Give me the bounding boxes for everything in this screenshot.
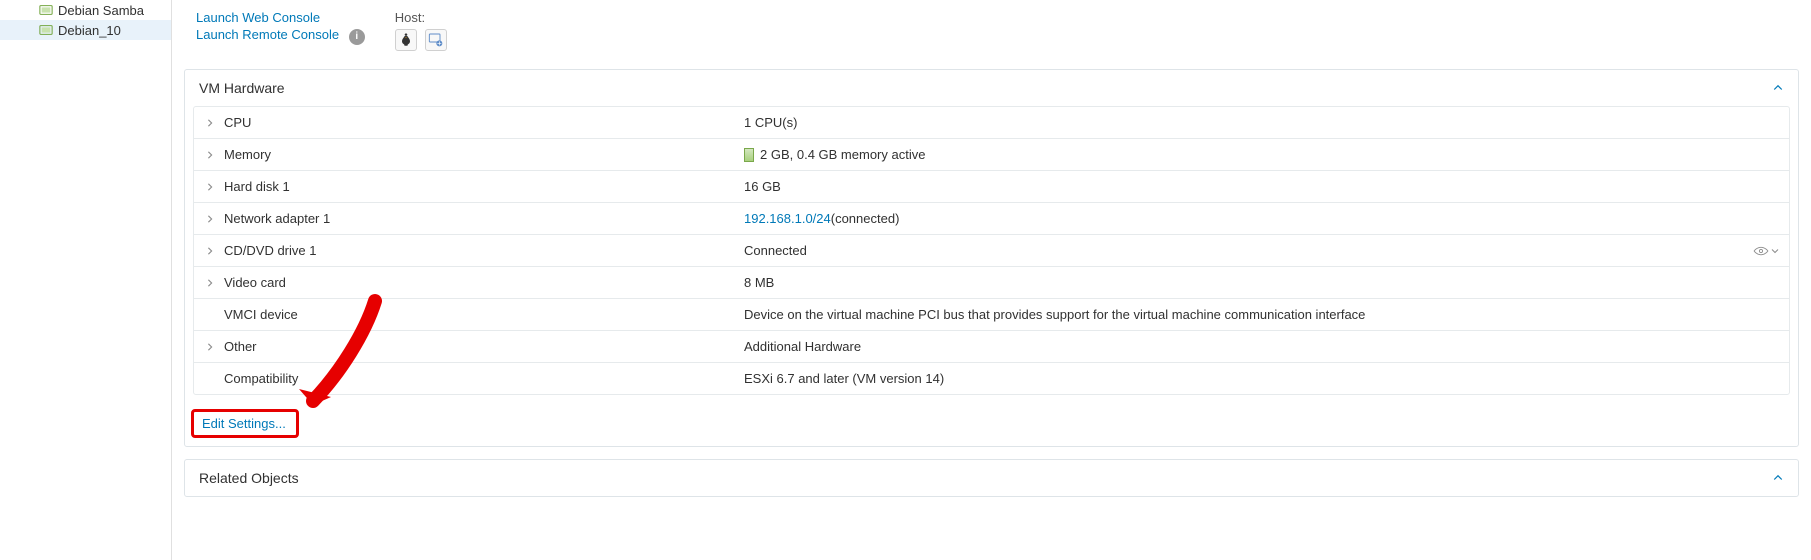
tree-item-debian-samba[interactable]: Debian Samba [0, 0, 171, 20]
hw-row-disk1: Hard disk 1 16 GB [194, 171, 1789, 203]
hw-value: 2 GB, 0.4 GB memory active [760, 147, 925, 162]
host-label: Host: [395, 10, 447, 25]
hw-label: CPU [224, 115, 251, 130]
chevron-down-icon [1771, 248, 1779, 254]
hw-label: Hard disk 1 [224, 179, 290, 194]
chevron-right-icon[interactable] [204, 247, 216, 255]
network-link[interactable]: 192.168.1.0/24 [744, 211, 831, 226]
hw-row-compat: Compatibility ESXi 6.7 and later (VM ver… [194, 363, 1789, 394]
hw-label: Network adapter 1 [224, 211, 330, 226]
hw-label: Video card [224, 275, 286, 290]
hw-value: Additional Hardware [744, 339, 861, 354]
chevron-right-icon[interactable] [204, 343, 216, 351]
visibility-toggle[interactable] [1753, 246, 1779, 256]
hw-row-cpu: CPU 1 CPU(s) [194, 107, 1789, 139]
linux-icon [395, 29, 417, 51]
host-block: Host: [395, 10, 447, 51]
launch-remote-console-link[interactable]: Launch Remote Console [196, 27, 339, 42]
hw-row-vmci: VMCI device Device on the virtual machin… [194, 299, 1789, 331]
vm-icon [38, 22, 54, 38]
memory-icon [744, 148, 754, 162]
chevron-right-icon[interactable] [204, 183, 216, 191]
collapse-icon[interactable] [1772, 472, 1784, 484]
hw-row-other: Other Additional Hardware [194, 331, 1789, 363]
hw-label: VMCI device [224, 307, 298, 322]
hw-row-video: Video card 8 MB [194, 267, 1789, 299]
edit-settings-link[interactable]: Edit Settings... [202, 416, 286, 431]
vm-icon [38, 2, 54, 18]
chevron-right-icon[interactable] [204, 215, 216, 223]
hw-row-net1: Network adapter 1 192.168.1.0/24 (connec… [194, 203, 1789, 235]
launch-web-console-link[interactable]: Launch Web Console [196, 10, 365, 25]
hw-label: Other [224, 339, 257, 354]
hw-value: 16 GB [744, 179, 781, 194]
chevron-right-icon[interactable] [204, 119, 216, 127]
hw-label: CD/DVD drive 1 [224, 243, 316, 258]
hw-label: Compatibility [224, 371, 298, 386]
eye-icon [1753, 246, 1769, 256]
sidebar: Debian Samba Debian_10 [0, 0, 172, 560]
host-settings-icon [425, 29, 447, 51]
vm-hardware-panel: VM Hardware CPU 1 CPU [184, 69, 1799, 447]
vm-hardware-title: VM Hardware [199, 80, 285, 96]
hw-row-memory: Memory 2 GB, 0.4 GB memory active [194, 139, 1789, 171]
related-objects-panel: Related Objects [184, 459, 1799, 497]
hw-label: Memory [224, 147, 271, 162]
annotation-highlight-box: Edit Settings... [191, 409, 299, 438]
tree-item-debian-10[interactable]: Debian_10 [0, 20, 171, 40]
hw-value: Connected [744, 243, 807, 258]
hw-value: ESXi 6.7 and later (VM version 14) [744, 371, 944, 386]
chevron-right-icon[interactable] [204, 279, 216, 287]
tree-item-label: Debian Samba [58, 3, 144, 18]
console-links: Launch Web Console Launch Remote Console… [196, 10, 365, 45]
hw-row-cd1: CD/DVD drive 1 Connected [194, 235, 1789, 267]
main-content: Launch Web Console Launch Remote Console… [172, 0, 1811, 560]
related-objects-title: Related Objects [199, 470, 299, 486]
tree-item-label: Debian_10 [58, 23, 121, 38]
collapse-icon[interactable] [1772, 82, 1784, 94]
vm-hardware-table: CPU 1 CPU(s) Memory [193, 106, 1790, 395]
hw-value: 8 MB [744, 275, 774, 290]
hw-value: 1 CPU(s) [744, 115, 797, 130]
hw-value: Device on the virtual machine PCI bus th… [744, 307, 1365, 322]
info-icon[interactable]: i [349, 29, 365, 45]
chevron-right-icon[interactable] [204, 151, 216, 159]
hw-value-suffix: (connected) [831, 211, 900, 226]
